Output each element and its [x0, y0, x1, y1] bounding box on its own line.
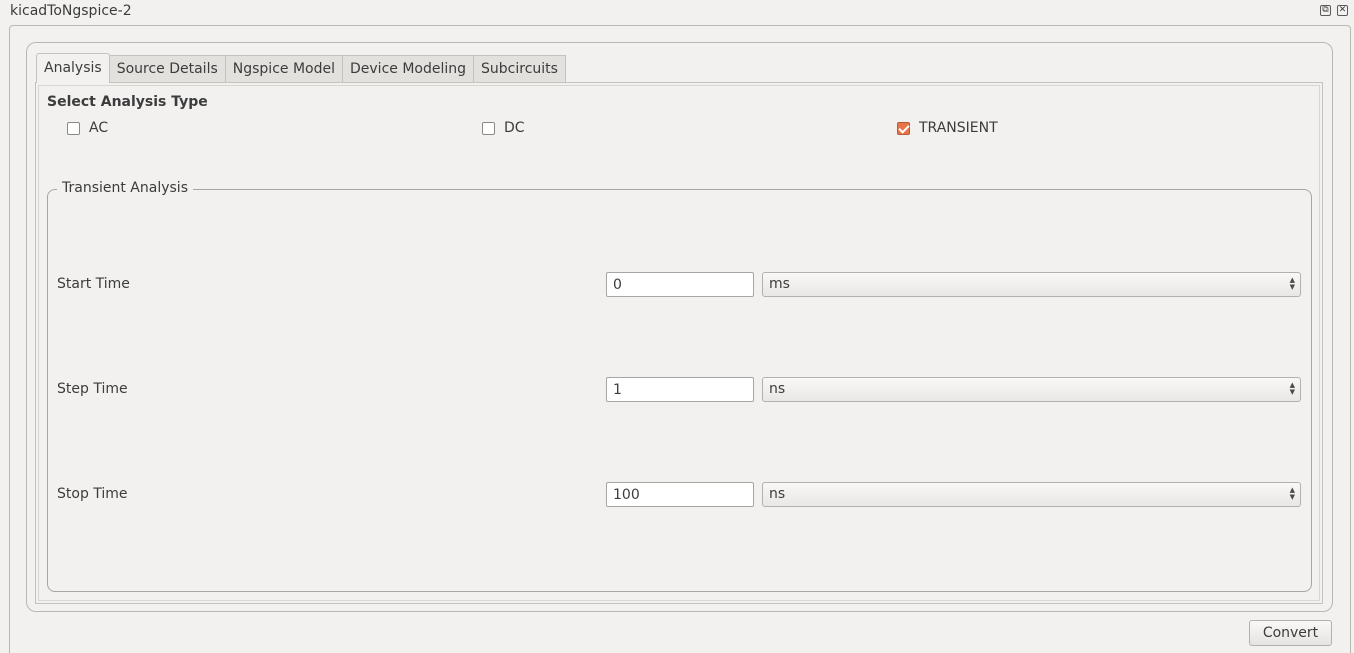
updown-arrows-icon: ▲ ▼: [1289, 381, 1295, 396]
stop-time-input[interactable]: [606, 482, 754, 507]
start-time-label: Start Time: [57, 276, 130, 292]
start-time-input[interactable]: [606, 272, 754, 297]
step-time-input[interactable]: [606, 377, 754, 402]
window-title: kicadToNgspice-2: [10, 3, 132, 19]
updown-arrows-icon: ▲ ▼: [1289, 486, 1295, 501]
start-time-unit-value: ms: [769, 276, 790, 292]
transient-checkbox-box[interactable]: [897, 121, 910, 135]
stop-time-unit-select[interactable]: ns ▲ ▼: [762, 482, 1301, 507]
dc-checkbox[interactable]: DC: [482, 119, 525, 137]
step-time-label: Step Time: [57, 381, 128, 397]
tab-bar: Analysis Source Details Ngspice Model De…: [36, 53, 566, 83]
ac-checkbox[interactable]: AC: [67, 119, 108, 137]
analysis-type-heading: Select Analysis Type: [47, 94, 208, 110]
transient-analysis-legend: Transient Analysis: [57, 180, 193, 196]
tab-subcircuits[interactable]: Subcircuits: [474, 55, 566, 83]
close-icon[interactable]: ✕: [1337, 5, 1348, 16]
tab-ngspice-model[interactable]: Ngspice Model: [225, 55, 343, 83]
tab-analysis[interactable]: Analysis: [36, 53, 110, 83]
step-time-unit-value: ns: [769, 381, 786, 397]
stop-time-label: Stop Time: [57, 486, 128, 502]
tab-device-modeling[interactable]: Device Modeling: [343, 55, 475, 83]
transient-checkbox[interactable]: TRANSIENT: [897, 119, 998, 137]
window-title-bar: kicadToNgspice-2 ⧉ ✕: [0, 0, 1354, 24]
stop-time-unit-value: ns: [769, 486, 786, 502]
step-time-unit-select[interactable]: ns ▲ ▼: [762, 377, 1301, 402]
start-time-unit-select[interactable]: ms ▲ ▼: [762, 272, 1301, 297]
float-window-icon[interactable]: ⧉: [1320, 5, 1331, 16]
ac-checkbox-box[interactable]: [67, 121, 80, 135]
convert-button[interactable]: Convert: [1249, 620, 1332, 646]
dc-checkbox-box[interactable]: [482, 121, 495, 135]
updown-arrows-icon: ▲ ▼: [1289, 276, 1295, 291]
tab-source-details[interactable]: Source Details: [109, 55, 226, 83]
ac-checkbox-label: AC: [89, 120, 109, 136]
transient-checkbox-label: TRANSIENT: [919, 120, 998, 136]
dc-checkbox-label: DC: [504, 120, 525, 136]
